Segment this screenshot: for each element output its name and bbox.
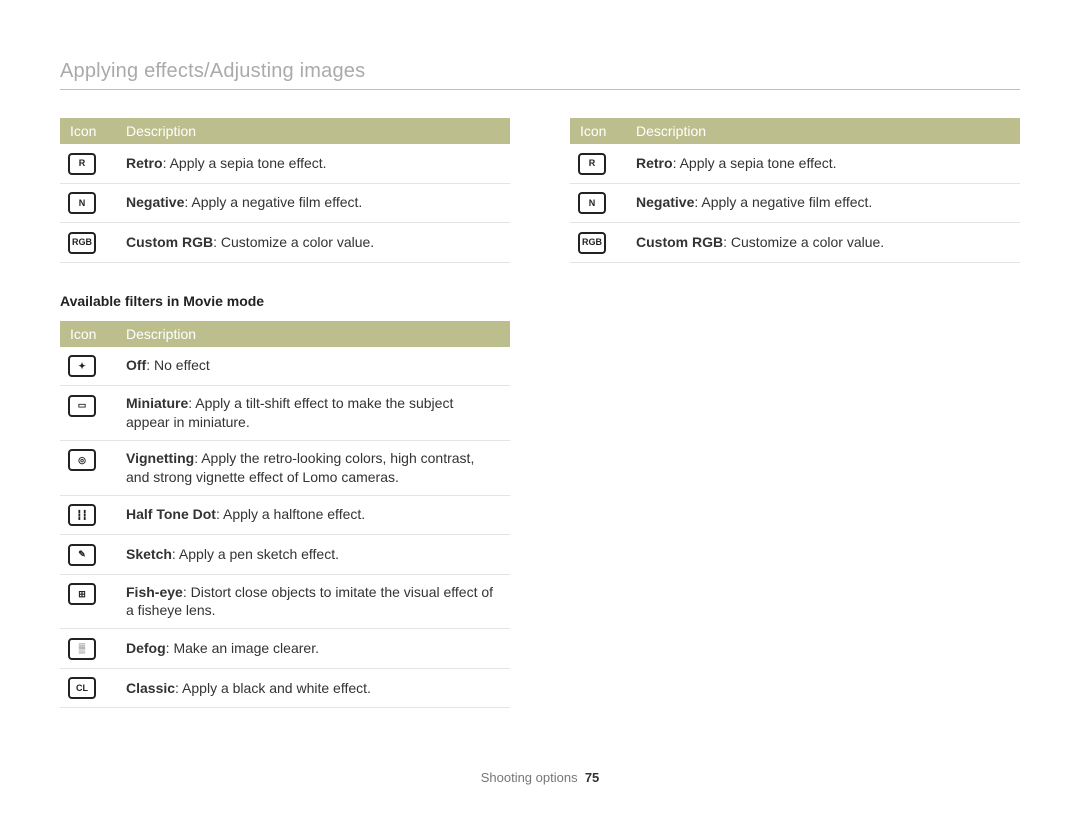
- table-row: R Retro: Apply a sepia tone effect.: [570, 144, 1020, 183]
- desc-cell: Retro: Apply a sepia tone effect.: [626, 144, 1020, 183]
- page-footer: Shooting options 75: [0, 770, 1080, 785]
- classic-icon: CL: [68, 677, 96, 699]
- term: Vignetting: [126, 450, 194, 466]
- desc-cell: Retro: Apply a sepia tone effect.: [116, 144, 510, 183]
- term: Fish-eye: [126, 584, 183, 600]
- desc-cell: Sketch: Apply a pen sketch effect.: [116, 535, 510, 575]
- footer-label: Shooting options: [481, 770, 578, 785]
- term: Retro: [636, 155, 673, 171]
- desc-cell: Negative: Apply a negative film effect.: [626, 183, 1020, 223]
- rest: : Customize a color value.: [213, 234, 374, 250]
- desc-cell: Off: No effect: [116, 347, 510, 386]
- rest: : Customize a color value.: [723, 234, 884, 250]
- fisheye-icon: ⊞: [68, 583, 96, 605]
- rest: : Apply a sepia tone effect.: [673, 155, 837, 171]
- right-column: Icon Description R Retro: Apply a sepia …: [570, 118, 1020, 738]
- page-title: Applying effects/Adjusting images: [60, 60, 1020, 90]
- sketch-icon: ✎: [68, 544, 96, 566]
- negative-icon: N: [578, 192, 606, 214]
- table-row: ▒ Defog: Make an image clearer.: [60, 629, 510, 669]
- desc-cell: Miniature: Apply a tilt-shift effect to …: [116, 386, 510, 441]
- table-row: CL Classic: Apply a black and white effe…: [60, 668, 510, 708]
- left-column: Icon Description R Retro: Apply a sepia …: [60, 118, 510, 738]
- term: Half Tone Dot: [126, 506, 216, 522]
- desc-cell: Custom RGB: Customize a color value.: [626, 223, 1020, 263]
- th-icon: Icon: [570, 118, 626, 144]
- term: Custom RGB: [126, 234, 213, 250]
- negative-icon: N: [68, 192, 96, 214]
- table-row: RGB Custom RGB: Customize a color value.: [570, 223, 1020, 263]
- desc-cell: Vignetting: Apply the retro-looking colo…: [116, 440, 510, 495]
- custom-rgb-icon: RGB: [578, 232, 606, 254]
- table-row: ▭ Miniature: Apply a tilt-shift effect t…: [60, 386, 510, 441]
- rest: : Apply a black and white effect.: [175, 680, 371, 696]
- rest: : Make an image clearer.: [166, 640, 319, 656]
- miniature-icon: ▭: [68, 395, 96, 417]
- rest: : Apply a negative film effect.: [184, 194, 362, 210]
- term: Sketch: [126, 546, 172, 562]
- desc-cell: Defog: Make an image clearer.: [116, 629, 510, 669]
- th-icon: Icon: [60, 321, 116, 347]
- term: Retro: [126, 155, 163, 171]
- rest: : No effect: [146, 357, 210, 373]
- desc-cell: Custom RGB: Customize a color value.: [116, 223, 510, 263]
- rest: : Apply a sepia tone effect.: [163, 155, 327, 171]
- table-row: N Negative: Apply a negative film effect…: [60, 183, 510, 223]
- desc-cell: Negative: Apply a negative film effect.: [116, 183, 510, 223]
- desc-cell: Classic: Apply a black and white effect.: [116, 668, 510, 708]
- table-row: R Retro: Apply a sepia tone effect.: [60, 144, 510, 183]
- table-row: ✎ Sketch: Apply a pen sketch effect.: [60, 535, 510, 575]
- retro-icon: R: [68, 153, 96, 175]
- rest: : Apply a halftone effect.: [216, 506, 365, 522]
- table-row: ✦ Off: No effect: [60, 347, 510, 386]
- off-icon: ✦: [68, 355, 96, 377]
- term: Defog: [126, 640, 166, 656]
- term: Off: [126, 357, 146, 373]
- desc-cell: Half Tone Dot: Apply a halftone effect.: [116, 495, 510, 535]
- vignetting-icon: ◎: [68, 449, 96, 471]
- table-row: ┇┇ Half Tone Dot: Apply a halftone effec…: [60, 495, 510, 535]
- term: Classic: [126, 680, 175, 696]
- term: Miniature: [126, 395, 188, 411]
- halftone-icon: ┇┇: [68, 504, 96, 526]
- th-desc: Description: [116, 118, 510, 144]
- th-icon: Icon: [60, 118, 116, 144]
- table-row: N Negative: Apply a negative film effect…: [570, 183, 1020, 223]
- filters-table-right-top: Icon Description R Retro: Apply a sepia …: [570, 118, 1020, 263]
- term: Negative: [636, 194, 694, 210]
- filters-table-left-top: Icon Description R Retro: Apply a sepia …: [60, 118, 510, 263]
- rest: : Apply a negative film effect.: [694, 194, 872, 210]
- th-desc: Description: [626, 118, 1020, 144]
- th-desc: Description: [116, 321, 510, 347]
- movie-mode-subheading: Available filters in Movie mode: [60, 293, 510, 309]
- filters-table-movie-mode: Icon Description ✦ Off: No effect ▭ Mini…: [60, 321, 510, 709]
- retro-icon: R: [578, 153, 606, 175]
- rest: : Apply a pen sketch effect.: [172, 546, 339, 562]
- defog-icon: ▒: [68, 638, 96, 660]
- page-number: 75: [585, 770, 599, 785]
- table-row: ◎ Vignetting: Apply the retro-looking co…: [60, 440, 510, 495]
- term: Custom RGB: [636, 234, 723, 250]
- term: Negative: [126, 194, 184, 210]
- desc-cell: Fish-eye: Distort close objects to imita…: [116, 574, 510, 629]
- table-row: ⊞ Fish-eye: Distort close objects to imi…: [60, 574, 510, 629]
- content-columns: Icon Description R Retro: Apply a sepia …: [60, 118, 1020, 738]
- custom-rgb-icon: RGB: [68, 232, 96, 254]
- table-row: RGB Custom RGB: Customize a color value.: [60, 223, 510, 263]
